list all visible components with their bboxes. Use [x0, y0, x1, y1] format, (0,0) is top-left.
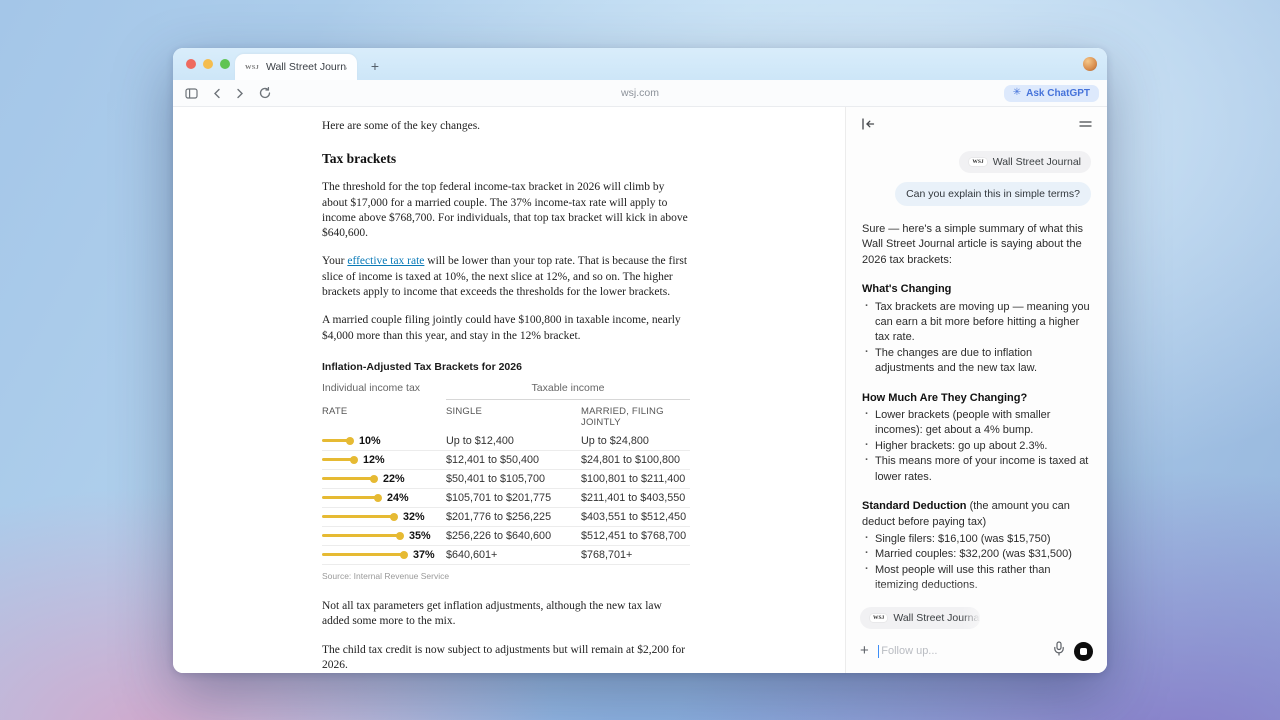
ask-chatgpt-button[interactable]: ✳ Ask ChatGPT [1004, 85, 1099, 102]
forward-icon[interactable] [236, 88, 244, 99]
chat-transcript: WSJ Wall Street Journal Can you explain … [846, 143, 1107, 607]
assistant-intro: Sure — here's a simple summary of what t… [862, 222, 1091, 268]
window-controls [186, 59, 230, 69]
tab-title: Wall Street Journal [266, 61, 347, 73]
user-message-bubble: Can you explain this in simple terms? [895, 182, 1091, 206]
assistant-message: Sure — here's a simple summary of what t… [862, 222, 1091, 607]
rate-bar [322, 458, 354, 461]
table-row: 12% $12,401 to $50,400 $24,801 to $100,8… [322, 451, 690, 470]
tab-wall-street-journal[interactable]: WSJ Wall Street Journal [235, 54, 357, 80]
openai-logo-icon: ✳ [1013, 88, 1021, 98]
rate-bar [322, 496, 378, 499]
rate-bar [322, 515, 394, 518]
assistant-bullet: Married couples: $32,200 (was $31,500) [862, 547, 1091, 562]
article-paragraph: Not all tax parameters get inflation adj… [322, 599, 690, 630]
sidebar-toggle-icon[interactable] [185, 88, 198, 99]
article-paragraph: The threshold for the top federal income… [322, 180, 690, 241]
section-heading-tax-brackets: Tax brackets [322, 151, 690, 167]
assistant-heading: How Much Are They Changing? [862, 391, 1091, 406]
url-bar[interactable]: wsj.com [173, 87, 1107, 99]
table-row: 37% $640,601+ $768,701+ [322, 546, 690, 565]
page-context-chip[interactable]: WSJ Wall Street Journal [959, 151, 1091, 173]
assistant-bullet: This means more of your income is taxed … [862, 454, 1091, 485]
article-paragraph: The child tax credit is now subject to a… [322, 643, 690, 673]
minimize-window-button[interactable] [203, 59, 213, 69]
voice-mode-button[interactable] [1074, 642, 1093, 661]
rate-bar [322, 439, 350, 442]
article-paragraph: A married couple filing jointly could ha… [322, 313, 690, 344]
rate-bar [322, 553, 404, 556]
collapse-panel-icon[interactable] [861, 118, 875, 130]
tab-strip: WSJ Wall Street Journal + [173, 48, 1107, 80]
assistant-bullet: The changes are due to inflation adjustm… [862, 346, 1091, 377]
rate-bar [322, 477, 374, 480]
wsj-favicon: WSJ [870, 614, 887, 622]
assistant-bullet: Higher brackets: go up about 2.3%. [862, 439, 1091, 454]
assistant-bullet: Tax brackets are moving up — meaning you… [862, 300, 1091, 346]
table-row: 24% $105,701 to $201,775 $211,401 to $40… [322, 489, 690, 508]
tax-brackets-chart: Inflation-Adjusted Tax Brackets for 2026… [322, 361, 690, 581]
assistant-heading: Standard Deduction (the amount you can d… [862, 499, 1091, 530]
chart-title: Inflation-Adjusted Tax Brackets for 2026 [322, 361, 690, 373]
follow-up-input[interactable] [881, 645, 1044, 657]
follow-up-field-wrap [878, 645, 1044, 658]
composer-context-chip[interactable]: WSJ Wall Street Journa [860, 607, 980, 629]
reload-icon[interactable] [259, 87, 271, 99]
chatgpt-sidebar: WSJ Wall Street Journal Can you explain … [845, 107, 1107, 673]
table-row: 22% $50,401 to $105,700 $100,801 to $211… [322, 470, 690, 489]
assistant-heading: What's Changing [862, 282, 1091, 297]
chart-left-label: Individual income tax [322, 382, 446, 395]
assistant-bullet: Most people will use this rather than it… [862, 563, 1091, 594]
table-row: 32% $201,776 to $256,225 $403,551 to $51… [322, 508, 690, 527]
rate-bar [322, 534, 400, 537]
article-paragraph: Here are some of the key changes. [322, 119, 690, 134]
composer: WSJ Wall Street Journa + [846, 606, 1107, 673]
plus-icon[interactable]: + [860, 644, 869, 658]
back-icon[interactable] [213, 88, 221, 99]
table-row: 35% $256,226 to $640,600 $512,451 to $76… [322, 527, 690, 546]
article-pane: Here are some of the key changes. Tax br… [173, 107, 845, 673]
close-window-button[interactable] [186, 59, 196, 69]
menu-icon[interactable] [1079, 120, 1092, 128]
zoom-window-button[interactable] [220, 59, 230, 69]
browser-toolbar: wsj.com ✳ Ask ChatGPT [173, 80, 1107, 107]
article-paragraph: Your effective tax rate will be lower th… [322, 254, 690, 300]
table-header-row: RATE SINGLE MARRIED, FILING JOINTLY [322, 400, 690, 432]
new-tab-button[interactable]: + [365, 56, 385, 76]
table-row: 10% Up to $12,400 Up to $24,800 [322, 432, 690, 451]
effective-tax-rate-link[interactable]: effective tax rate [347, 255, 424, 267]
browser-window: WSJ Wall Street Journal + [173, 48, 1107, 673]
assistant-bullet: Lower brackets (people with smaller inco… [862, 408, 1091, 439]
assistant-bullet: Single filers: $16,100 (was $15,750) [862, 532, 1091, 547]
chart-source: Source: Internal Revenue Service [322, 571, 690, 581]
text-caret [878, 645, 879, 658]
chart-right-label: Taxable income [446, 382, 690, 400]
wsj-favicon: WSJ [969, 158, 986, 166]
profile-avatar[interactable] [1083, 57, 1097, 71]
mic-icon[interactable] [1053, 641, 1065, 661]
wsj-favicon: WSJ [245, 64, 259, 71]
